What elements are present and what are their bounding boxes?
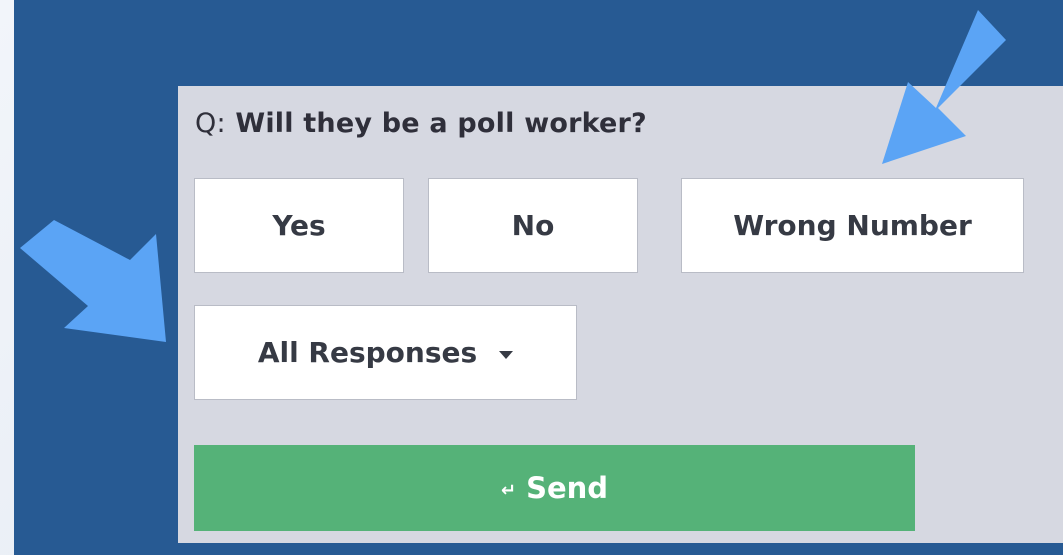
yes-button-label: Yes [272,209,326,242]
chevron-down-icon [499,350,514,359]
question-label: Will they be a poll worker? [235,108,647,139]
question-text: Q: Will they be a poll worker? [195,108,647,148]
all-responses-dropdown[interactable]: All Responses [194,305,577,400]
enter-icon: ↵ [500,479,517,501]
wrong-number-button[interactable]: Wrong Number [681,178,1024,273]
arrow-pointer-icon [20,220,166,342]
yes-button[interactable]: Yes [194,178,404,273]
all-responses-label: All Responses [257,336,478,369]
wrong-number-button-label: Wrong Number [733,209,972,242]
no-button[interactable]: No [428,178,638,273]
arrow-pointer-icon [882,10,1006,164]
send-button-label: Send [526,471,609,505]
no-button-label: No [511,209,555,242]
send-button[interactable]: ↵ Send [194,445,915,531]
question-prefix: Q: [195,108,226,139]
